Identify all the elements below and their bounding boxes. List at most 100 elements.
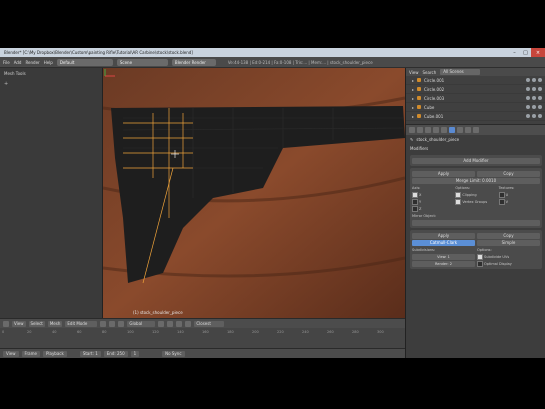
edge-select-icon[interactable] [167,320,174,327]
orientation-select[interactable]: Global [127,320,156,327]
axis-y-checkbox[interactable] [412,198,418,205]
object-name: stock_shoulder_piece [416,137,460,142]
subdivisions-label: Subdivisions: [412,247,436,252]
vertex-groups-checkbox[interactable] [455,198,462,205]
simple-button[interactable]: Simple [477,239,540,246]
options2-label: Options: [477,247,492,252]
optimal-display-checkbox[interactable] [477,260,483,267]
blender-window: Blender* [C:\My Dropbox\Blender\Custom\p… [0,48,545,358]
timeline-playback-menu[interactable]: Playback [42,350,67,357]
outliner-search-menu[interactable]: Search [423,70,437,75]
copy-button[interactable]: Copy [477,170,540,177]
merge-limit-field[interactable]: Merge Limit: 0.0010 [412,177,540,184]
timeline-frame-menu[interactable]: Frame [21,350,40,357]
select-menu[interactable]: Select [28,320,45,327]
tool-shelf: Mesh Tools + [0,68,103,318]
subdivide-uvs-checkbox[interactable] [477,253,483,260]
maximize-icon[interactable]: □ [520,48,531,57]
copy-button[interactable]: Copy [477,232,540,239]
menu-help[interactable]: Help [44,60,53,65]
menu-file[interactable]: File [3,60,10,65]
end-frame-field[interactable]: End: 250 [103,350,128,357]
scene-stats: Ve:44-138 | Ed:0-214 | Fa:0-108 | Tris:.… [227,59,373,65]
view-levels-field[interactable]: View: 1 [412,253,475,260]
outliner-row[interactable]: ▸ Cube [406,103,545,112]
mirror-object-field[interactable] [412,219,540,226]
letterbox-top [0,0,545,48]
start-frame-field[interactable]: Start: 1 [79,350,101,357]
tool-shelf-header: Mesh Tools [4,71,26,76]
viewport-header: View Select Mesh Edit Mode Global Closes… [0,318,405,328]
clipping-checkbox[interactable] [455,191,462,198]
shading-icon[interactable] [100,320,107,327]
world-tab-icon[interactable] [425,127,431,133]
mesh-menu[interactable]: Mesh [47,320,63,327]
timeline-view-menu[interactable]: View [3,350,19,357]
snap-target-select[interactable]: Closest [194,320,225,327]
manipulator-icon[interactable] [118,320,125,327]
current-frame-field[interactable]: 1 [130,350,140,357]
engine-select[interactable]: Blender Render [171,58,216,66]
face-select-icon[interactable] [176,320,183,327]
render-levels-field[interactable]: Render: 2 [412,260,475,267]
texture-tab-icon[interactable] [473,127,479,133]
outliner-filter-select[interactable]: All Scenes [440,69,481,75]
mesh-icon [417,114,422,118]
outliner-view-menu[interactable]: View [409,70,419,75]
textures-label: Textures: [498,185,515,190]
data-tab-icon[interactable] [457,127,463,133]
title-bar: Blender* [C:\My Dropbox\Blender\Custom\p… [0,48,545,57]
object-tab-icon[interactable] [433,127,439,133]
properties-breadcrumb: ✎ stock_shoulder_piece [406,135,545,144]
close-icon[interactable]: × [531,48,545,57]
axis-x-checkbox[interactable] [412,191,418,198]
menu-add[interactable]: Add [14,60,22,65]
pivot-icon[interactable] [109,320,116,327]
axis-z-checkbox[interactable] [412,205,418,212]
axis-label: Axis: [412,185,421,190]
material-tab-icon[interactable] [465,127,471,133]
apply-button[interactable]: Apply [412,170,475,177]
mesh-icon [417,87,422,91]
editor-type-icon[interactable] [3,320,9,327]
outliner-row[interactable]: ▸ Circle.001 [406,76,545,85]
texture-u-checkbox[interactable] [498,191,505,198]
add-modifier-select[interactable]: Add Modifier [410,155,542,166]
timeline-ruler: 0 20 40 60 80 100 120 140 160 180 200 22… [2,330,384,334]
vertex-select-icon[interactable] [158,320,165,327]
render-tab-icon[interactable] [409,127,415,133]
constraints-tab-icon[interactable] [441,127,447,133]
axis-gizmo-icon [104,69,115,77]
info-header: File Add Render Help Default Scene Blend… [0,57,545,68]
outliner-header: View Search All Scenes [406,68,545,76]
sync-select[interactable]: No Sync [162,350,185,357]
window-title: Blender* [C:\My Dropbox\Blender\Custom\p… [4,50,193,55]
letterbox-bottom [0,358,545,409]
outliner-row[interactable]: ▸ Circle.002 [406,85,545,94]
3d-viewport[interactable]: (1) stock_shoulder_piece [103,68,405,318]
catmull-clark-button[interactable]: Catmull-Clark [412,239,475,246]
modifiers-tab-icon[interactable] [449,127,455,133]
minimize-icon[interactable]: – [509,48,520,57]
viewport-canvas [103,68,405,318]
timeline-header: View Frame Playback Start: 1 End: 250 1 … [0,348,405,358]
pin-icon[interactable]: ✎ [410,137,413,142]
layout-select[interactable]: Default [56,58,113,66]
mirror-object-label: Mirror Object: [412,213,437,218]
mesh-icon [417,78,422,82]
modifiers-panel-header[interactable]: Modifiers [406,144,545,153]
view-menu[interactable]: View [12,320,26,327]
timeline[interactable]: 0 20 40 60 80 100 120 140 160 180 200 22… [0,328,405,348]
apply-button[interactable]: Apply [412,232,475,239]
plus-icon[interactable]: + [4,81,8,87]
menu-render[interactable]: Render [25,60,39,65]
snap-icon[interactable] [185,320,192,327]
mode-select[interactable]: Edit Mode [65,320,98,327]
texture-v-checkbox[interactable] [498,198,505,205]
outliner-row[interactable]: ▸ Cube.001 [406,112,545,121]
outliner: ▸ Circle.001 ▸ Circle.002 ▸ Circle.003 ▸ Cub… [406,76,545,124]
outliner-row[interactable]: ▸ Circle.003 [406,94,545,103]
scene-tab-icon[interactable] [417,127,423,133]
mesh-icon [417,96,422,100]
scene-select[interactable]: Scene [116,58,168,66]
